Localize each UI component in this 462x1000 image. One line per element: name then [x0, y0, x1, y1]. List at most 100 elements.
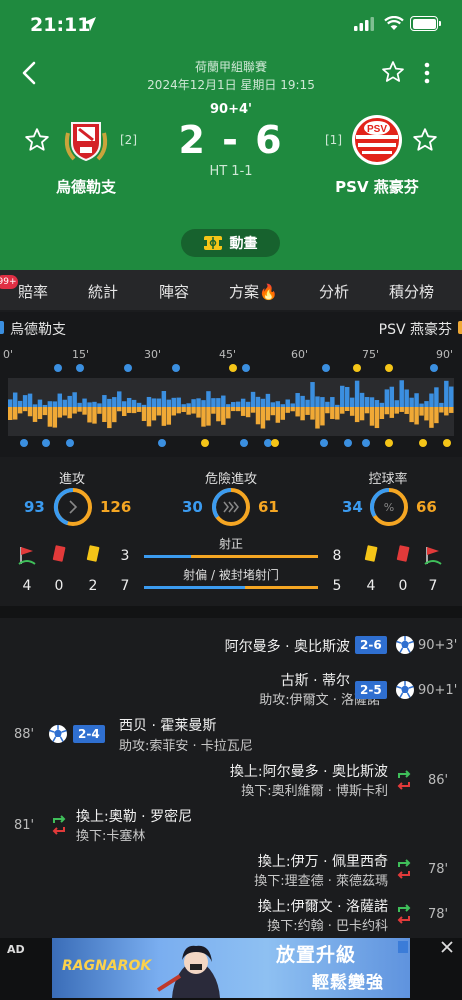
ad-info-icon[interactable] [398, 941, 408, 953]
timeline-event-marker[interactable] [201, 439, 209, 447]
momentum-home-bar [57, 393, 63, 407]
timeline-event-marker[interactable] [158, 439, 166, 447]
away-color-marker [458, 321, 462, 334]
timeline-event-marker[interactable] [240, 439, 248, 447]
animation-button[interactable]: 動畫 [181, 229, 280, 257]
tab-odds[interactable]: 賠率 [18, 281, 48, 302]
home-team-name[interactable]: 烏德勒支 [40, 176, 132, 197]
momentum-home-bar [12, 392, 18, 407]
shots-off-target-bar [144, 586, 318, 589]
timeline-event-marker[interactable] [271, 439, 279, 447]
timeline-event-marker[interactable] [322, 364, 330, 372]
event-sub-in[interactable]: 換上:奧勒 · 罗密尼 [76, 806, 192, 826]
momentum-away-bar [384, 407, 390, 415]
away-team-name[interactable]: PSV 燕豪芬 [326, 176, 428, 197]
timeline-event-marker[interactable] [385, 439, 393, 447]
section-divider [0, 606, 462, 618]
momentum-away-bar [22, 407, 28, 412]
timeline-event-marker[interactable] [124, 364, 132, 372]
momentum-away-bar [196, 407, 201, 418]
momentum-away-bar [102, 407, 107, 422]
momentum-home-bar [72, 392, 77, 407]
more-menu-icon[interactable] [420, 61, 434, 85]
tab-tips[interactable]: 方案🔥 [229, 281, 278, 302]
timeline-event-marker[interactable] [66, 439, 74, 447]
momentum-home-bar [394, 400, 399, 407]
momentum-home-bar [117, 391, 122, 407]
timeline-event-marker[interactable] [430, 364, 438, 372]
momentum-away-bar [87, 407, 92, 423]
timeline-event-marker[interactable] [362, 439, 370, 447]
momentum-home-bar [265, 393, 271, 407]
timeline-event-marker[interactable] [54, 364, 62, 372]
momentum-away-bar [295, 407, 300, 417]
event-sub-in[interactable]: 換上:伊万 · 佩里西奇 [258, 851, 388, 871]
momentum-away-bar [285, 407, 290, 413]
momentum-home-bar [231, 402, 236, 407]
ad-close-icon[interactable] [440, 940, 454, 954]
momentum-home-bar [121, 401, 127, 407]
dangerous-away-value: 61 [258, 498, 279, 516]
match-minute: 90+4' [209, 102, 252, 117]
momentum-home-bar [320, 397, 325, 407]
momentum-home-bar [359, 392, 365, 407]
momentum-home-bar [439, 402, 444, 407]
timeline-event-marker[interactable] [76, 364, 84, 372]
possession-label: 控球率 [368, 472, 408, 487]
tab-analysis[interactable]: 分析 [319, 281, 349, 302]
momentum-home-bar [384, 389, 390, 407]
event-player[interactable]: 西贝 · 霍莱曼斯 [119, 715, 216, 735]
timeline-event-marker[interactable] [229, 364, 237, 372]
momentum-home-bar [245, 401, 251, 407]
momentum-home-bar [146, 396, 152, 407]
tab-lineup[interactable]: 陣容 [159, 281, 189, 302]
momentum-away-bar [325, 407, 330, 414]
momentum-away-bar [290, 407, 295, 412]
timeline-event-marker[interactable] [320, 439, 328, 447]
event-sub-out: 換下:理查德 · 萊德茲瑪 [254, 874, 388, 889]
momentum-home-bar [37, 399, 43, 407]
momentum-away-bar [344, 407, 350, 412]
shots-off-target-label: 射偏 / 被封堵射门 [183, 568, 279, 582]
momentum-away-bar [444, 407, 449, 416]
event-player[interactable]: 古斯 · 蒂尔 [281, 670, 350, 690]
timeline-event-marker[interactable] [344, 439, 352, 447]
favorite-match-star-icon[interactable] [381, 60, 405, 84]
timeline-event-marker[interactable] [385, 364, 393, 372]
timeline-event-marker[interactable] [443, 439, 451, 447]
tab-standings[interactable]: 積分榜 [389, 281, 434, 302]
timeline-event-marker[interactable] [419, 439, 427, 447]
momentum-away-bar [429, 407, 434, 428]
shots-on-target-bar [144, 555, 318, 558]
momentum-home-bar [240, 398, 246, 407]
momentum-away-bar [374, 407, 380, 429]
momentum-home-bar [87, 402, 92, 407]
timeline-event-marker[interactable] [242, 364, 250, 372]
momentum-home-bar [414, 393, 419, 407]
timeline-event-marker[interactable] [42, 439, 50, 447]
momentum-away-bar [121, 407, 127, 416]
momentum-chart[interactable] [0, 360, 462, 455]
timeline-event-marker[interactable] [264, 439, 272, 447]
event-sub-out: 換下:卡塞林 [76, 829, 146, 844]
tab-stats[interactable]: 統計 [88, 281, 118, 302]
odds-count-badge: 99+ [0, 275, 18, 289]
timeline-event-marker[interactable] [353, 364, 361, 372]
timeline-event-marker[interactable] [172, 364, 180, 372]
momentum-away-bar [240, 407, 246, 416]
event-sub-in[interactable]: 換上:伊爾文 · 洛薩諾 [258, 896, 388, 916]
momentum-away-bar [107, 407, 112, 429]
event-sub-in[interactable]: 換上:阿尔曼多 · 奥比斯波 [230, 761, 388, 781]
momentum-away-bar [181, 407, 186, 413]
momentum-home-bar [191, 399, 196, 407]
momentum-away-bar [414, 407, 419, 425]
momentum-away-bar [27, 407, 33, 417]
timeline-event-marker[interactable] [20, 439, 28, 447]
momentum-away-bar [359, 407, 365, 421]
shots-on-target-away: 8 [332, 548, 342, 564]
timeline-away-label: PSV 燕豪芬 [378, 322, 452, 338]
event-player[interactable]: 阿尔曼多 · 奥比斯波 [225, 636, 350, 656]
cell-signal-icon [354, 17, 374, 31]
momentum-home-bar [285, 399, 290, 407]
svg-text:%: % [384, 501, 394, 514]
